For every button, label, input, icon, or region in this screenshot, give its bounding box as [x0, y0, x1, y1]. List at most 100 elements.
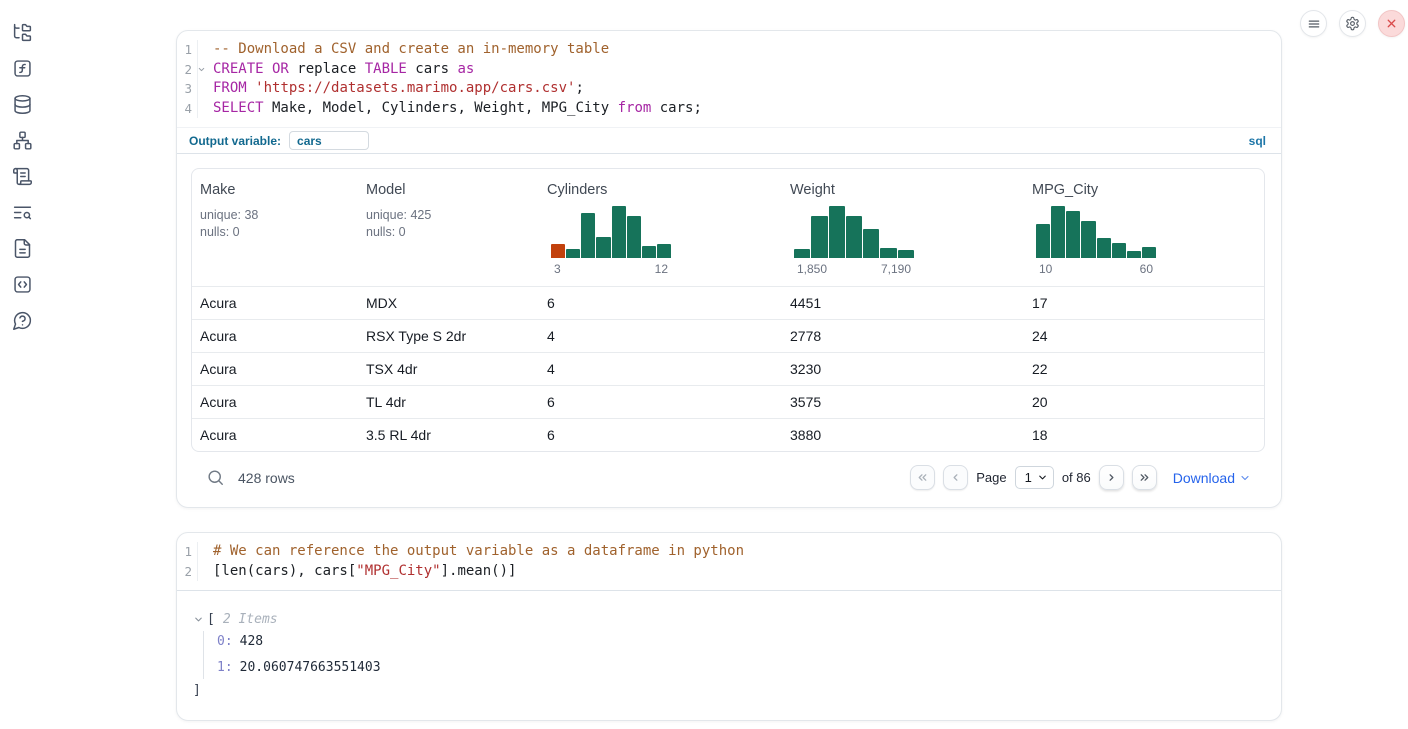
histogram-bar[interactable]	[566, 249, 580, 258]
histogram-bar[interactable]	[596, 237, 610, 258]
output-variable-label: Output variable:	[189, 134, 281, 148]
close-button[interactable]	[1378, 10, 1405, 37]
histogram-bar[interactable]	[612, 206, 626, 258]
histogram-bar[interactable]	[829, 206, 845, 258]
cylinders-histogram	[551, 206, 671, 258]
last-page-button[interactable]	[1132, 465, 1157, 490]
data-table: Make unique: 38 nulls: 0 Model unique: 4…	[191, 168, 1265, 452]
fold-chevron-icon[interactable]	[197, 65, 206, 74]
sql-cell-output: Make unique: 38 nulls: 0 Model unique: 4…	[177, 154, 1281, 507]
table-header: Make unique: 38 nulls: 0 Model unique: 4…	[192, 169, 1264, 286]
histogram-bar[interactable]	[1142, 247, 1156, 258]
pagination: Page 1 of 86 Download	[910, 465, 1265, 490]
histogram-bar[interactable]	[1127, 251, 1141, 258]
histogram-min-label: 10	[1039, 262, 1052, 276]
chevrons-right-icon	[1138, 471, 1151, 484]
sidebar-item-functions[interactable]	[11, 57, 33, 79]
histogram-bar[interactable]	[551, 244, 565, 258]
row-count: 428 rows	[238, 470, 295, 486]
histogram-bar[interactable]	[794, 249, 810, 258]
histogram-bar[interactable]	[627, 216, 641, 258]
histogram-bar[interactable]	[1051, 206, 1065, 258]
previous-page-button[interactable]	[943, 465, 968, 490]
column-header-make[interactable]: Make unique: 38 nulls: 0	[192, 169, 358, 286]
column-stat: unique: 38	[200, 207, 350, 224]
histogram-bar[interactable]	[811, 216, 827, 258]
chevron-down-icon	[1239, 472, 1251, 484]
scroll-icon	[12, 166, 33, 187]
weight-histogram	[794, 206, 914, 258]
output-variable-input[interactable]	[289, 131, 369, 150]
table-row[interactable]: Acura TSX 4dr 4 3230 22	[192, 352, 1264, 385]
python-cell-output: [ 2 Items 0:428 1:20.060747663551403 ]	[177, 591, 1281, 720]
sidebar-item-help[interactable]	[11, 309, 33, 331]
sidebar-item-file-explorer[interactable]	[11, 21, 33, 43]
histogram-bar[interactable]	[642, 246, 656, 258]
close-icon	[1385, 17, 1398, 30]
sql-code-editor[interactable]: 1 2 3 4 -- Download a CSV and create an …	[177, 31, 1281, 127]
histogram-bar[interactable]	[898, 250, 914, 258]
histogram-bar[interactable]	[863, 229, 879, 258]
histogram-min-label: 1,850	[797, 262, 827, 276]
list-item: 0:428	[217, 631, 1265, 653]
items-count-label: 2 Items	[223, 612, 278, 627]
table-footer: 428 rows Page 1 of 86	[191, 452, 1265, 507]
line-number: 1	[184, 544, 192, 559]
sql-code: -- Download a CSV and create an in-memor…	[198, 40, 702, 118]
chevron-down-icon	[1037, 472, 1048, 483]
histogram-bar[interactable]	[1036, 224, 1050, 258]
column-header-mpg-city[interactable]: MPG_City 10 60	[1024, 169, 1264, 286]
menu-button[interactable]	[1300, 10, 1327, 37]
sql-comment: -- Download a CSV and create an in-memor…	[213, 41, 609, 57]
column-header-model[interactable]: Model unique: 425 nulls: 0	[358, 169, 539, 286]
log-search-icon	[12, 202, 33, 223]
item-value: 428	[240, 634, 263, 649]
histogram-bar[interactable]	[880, 248, 896, 258]
output-variable-bar: Output variable: sql	[177, 127, 1281, 154]
collapse-chevron-icon[interactable]	[193, 614, 204, 625]
search-icon	[206, 468, 225, 487]
close-bracket: ]	[193, 683, 1265, 698]
language-badge[interactable]: sql	[1249, 134, 1269, 148]
next-page-button[interactable]	[1099, 465, 1124, 490]
download-button[interactable]: Download	[1173, 470, 1251, 486]
line-number: 2	[184, 62, 192, 77]
table-row[interactable]: Acura TL 4dr 6 3575 20	[192, 385, 1264, 418]
python-code: # We can reference the output variable a…	[198, 542, 744, 581]
table-search-button[interactable]	[206, 468, 225, 487]
column-stat: nulls: 0	[366, 224, 531, 241]
sidebar-item-logs[interactable]	[11, 201, 33, 223]
page-select[interactable]: 1	[1015, 466, 1054, 489]
table-row[interactable]: Acura 3.5 RL 4dr 6 3880 18	[192, 418, 1264, 451]
settings-button[interactable]	[1339, 10, 1366, 37]
column-stat: unique: 425	[366, 207, 531, 224]
chevron-right-icon	[1105, 471, 1118, 484]
histogram-bar[interactable]	[1097, 238, 1111, 258]
list-item: 1:20.060747663551403	[217, 657, 1265, 679]
line-number-gutter: 1 2	[177, 542, 198, 581]
sidebar-item-datasources[interactable]	[11, 93, 33, 115]
sidebar-item-documentation[interactable]	[11, 237, 33, 259]
histogram-bar[interactable]	[1066, 211, 1080, 258]
histogram-bar[interactable]	[846, 216, 862, 258]
column-header-cylinders[interactable]: Cylinders 3 12	[539, 169, 782, 286]
page-total-label: of 86	[1062, 470, 1091, 485]
sidebar-item-snippets[interactable]	[11, 273, 33, 295]
item-index: 1:	[217, 660, 233, 675]
first-page-button[interactable]	[910, 465, 935, 490]
file-tree-icon	[12, 22, 33, 43]
notebook: 1 2 3 4 -- Download a CSV and create an …	[176, 30, 1282, 721]
histogram-bar[interactable]	[657, 244, 671, 258]
histogram-bar[interactable]	[1081, 221, 1095, 258]
histogram-bar[interactable]	[581, 213, 595, 258]
histogram-bar[interactable]	[1112, 243, 1126, 258]
sidebar-item-dependencies[interactable]	[11, 129, 33, 151]
column-header-weight[interactable]: Weight 1,850 7,190	[782, 169, 1024, 286]
code-square-icon	[12, 274, 33, 295]
histogram-min-label: 3	[554, 262, 561, 276]
python-code-editor[interactable]: 1 2 # We can reference the output variab…	[177, 533, 1281, 591]
sidebar-item-scratchpad[interactable]	[11, 165, 33, 187]
table-row[interactable]: Acura RSX Type S 2dr 4 2778 24	[192, 319, 1264, 352]
table-row[interactable]: Acura MDX 6 4451 17	[192, 286, 1264, 319]
function-icon	[12, 58, 33, 79]
